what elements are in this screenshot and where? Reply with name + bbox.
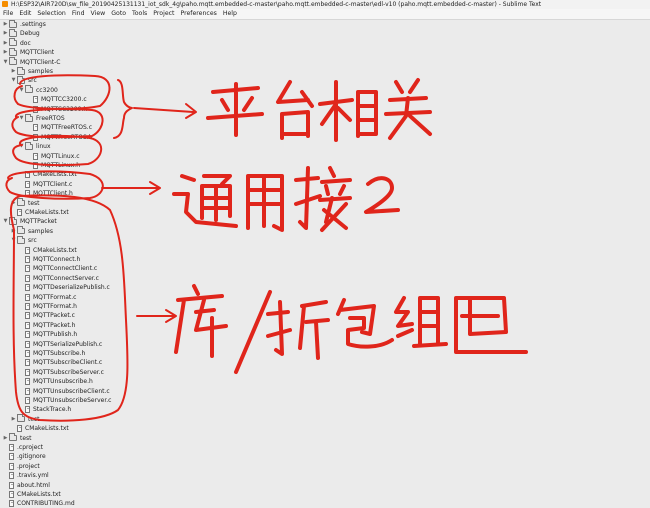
oval-mqttpacket (9, 194, 129, 422)
oval-linux (12, 135, 102, 167)
arrow-library (136, 309, 177, 323)
oval-cc3200 (13, 74, 111, 110)
arrow-common (101, 181, 161, 195)
arrow-platform (133, 103, 197, 119)
brace-platform (113, 79, 133, 139)
handwritten-annotation-layer (5, 74, 528, 422)
oval-freertos (11, 108, 104, 139)
